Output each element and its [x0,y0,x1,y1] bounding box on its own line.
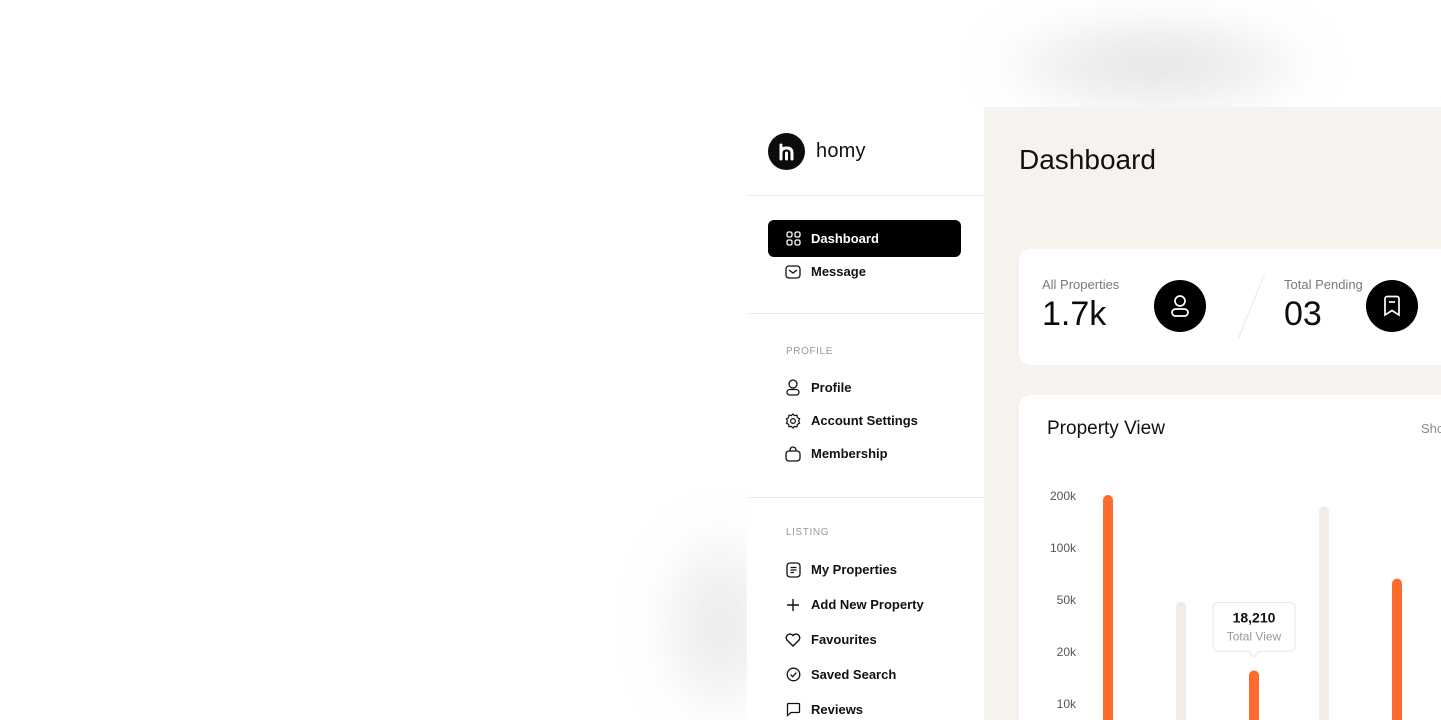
nav-favourites-label: Favourites [811,632,877,647]
chat-icon [785,702,801,718]
tooltip-value: 18,210 [1233,609,1276,625]
brand-name: homy [816,140,866,162]
nav-saved-search[interactable]: Saved Search [768,656,961,693]
nav-reviews-label: Reviews [811,702,864,717]
nav-add-new-property[interactable]: Add New Property [768,586,961,623]
y-tick-label: 100k [1050,541,1077,555]
nav-message[interactable]: Message [768,253,961,290]
main-panel: Dashboard All Properties 1.7k Total Pend… [984,107,1441,720]
chart-bar[interactable] [1103,495,1113,720]
chart-tooltip: 18,210 Total View [1212,601,1296,659]
section-label-profile: PROFILE [786,346,833,357]
chart-bar[interactable] [1249,670,1259,720]
app-window: homy Dashboard Message PROFILE Profile A… [747,107,1441,720]
stat-value: 03 [1284,295,1322,333]
stat-value: 1.7k [1042,295,1107,333]
divider [747,313,984,314]
stats-card: All Properties 1.7k Total Pending 03 [1019,249,1441,365]
sidebar: homy Dashboard Message PROFILE Profile A… [747,107,984,720]
y-tick-label: 10k [1057,697,1077,711]
stat-total-pending: Total Pending 03 [1284,277,1363,334]
nav-favourites[interactable]: Favourites [768,621,961,658]
nav-membership-label: Membership [811,446,888,461]
bookmark-icon [1366,280,1418,332]
y-tick-label: 20k [1057,645,1077,659]
chart-bar[interactable] [1392,578,1402,720]
nav-my-properties[interactable]: My Properties [768,551,961,588]
nav-account-settings[interactable]: Account Settings [768,402,961,439]
nav-reviews[interactable]: Reviews [768,691,961,720]
chart-bar[interactable] [1319,506,1329,720]
grid-icon [785,231,801,247]
stat-label: Total Pending [1284,277,1363,292]
bag-icon [785,445,801,462]
nav-profile-label: Profile [811,380,852,395]
property-view-card: Property View Sho 200k 100k 50k 20k 10k 18,21… [1019,395,1441,720]
nav-membership[interactable]: Membership [768,435,961,472]
check-circle-icon [785,667,801,683]
property-view-chart: 200k 100k 50k 20k 10k 18,210 Total View [1050,489,1402,720]
page-title: Dashboard [1019,144,1156,175]
stat-label: All Properties [1042,277,1120,292]
nav-profile[interactable]: Profile [768,369,961,406]
heart-icon [785,632,801,648]
stat-divider [1237,273,1266,339]
logo-icon [768,133,805,170]
document-icon [785,561,801,578]
y-tick-label: 50k [1057,593,1077,607]
nav-add-new-property-label: Add New Property [811,597,924,612]
nav-account-settings-label: Account Settings [811,413,918,428]
decorative-paint-top [990,10,1320,120]
user-icon [785,379,801,396]
nav-dashboard[interactable]: Dashboard [768,220,961,257]
gear-icon [785,412,801,429]
plus-icon [785,597,801,613]
stat-all-properties: All Properties 1.7k [1042,277,1119,334]
nav-dashboard-label: Dashboard [811,231,879,246]
divider [747,195,984,196]
user-icon [1154,280,1206,332]
tooltip-label: Total View [1227,629,1282,643]
brand-logo[interactable]: homy [768,133,866,170]
y-tick-label: 200k [1050,489,1077,503]
nav-saved-search-label: Saved Search [811,667,897,682]
divider [747,497,984,498]
nav-message-label: Message [811,264,866,279]
section-label-listing: LISTING [786,527,830,538]
nav-my-properties-label: My Properties [811,562,897,577]
chart-bar[interactable] [1176,601,1186,720]
mail-icon [785,264,801,280]
